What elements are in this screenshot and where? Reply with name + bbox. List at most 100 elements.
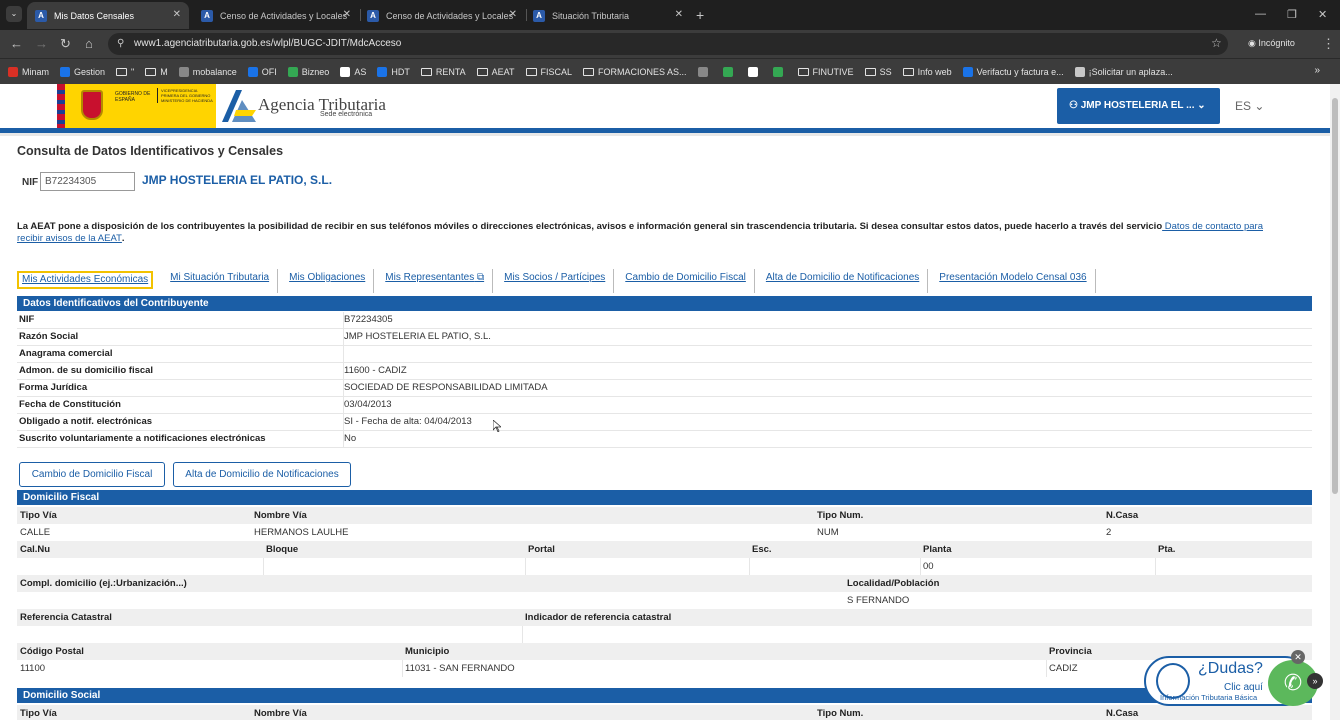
tab-cambio-domicilio[interactable]: Cambio de Domicilio Fiscal xyxy=(622,269,755,293)
bookmark-1[interactable]: Gestion xyxy=(60,66,105,77)
bookmark-6[interactable]: Bizneo xyxy=(287,66,329,77)
more-bookmarks-icon[interactable]: » xyxy=(1314,65,1320,76)
tab-presentacion-036[interactable]: Presentación Modelo Censal 036 xyxy=(936,269,1096,293)
domicilio-fiscal-heading: Domicilio Fiscal xyxy=(17,490,1312,505)
tab-search-icon[interactable]: ⌄ xyxy=(6,6,22,22)
bookmark-11[interactable]: FISCAL xyxy=(525,66,573,77)
bookmark-19[interactable]: Info web xyxy=(902,66,952,77)
new-tab-icon[interactable]: + xyxy=(696,7,704,23)
bookmark-label: FINUTIVE xyxy=(812,66,854,77)
bookmark-2[interactable]: " xyxy=(116,67,134,77)
bookmark-12[interactable]: FORMACIONES AS... xyxy=(583,67,687,77)
bookmark-label: OFI xyxy=(261,66,277,77)
bookmark-8[interactable]: HDT xyxy=(377,66,410,77)
language-selector[interactable]: ES ⌄ xyxy=(1235,99,1264,113)
bookmark-14[interactable] xyxy=(722,66,737,77)
bookmark-9[interactable]: RENTA xyxy=(420,67,466,77)
gobierno-logo[interactable]: GOBIERNO DE ESPAÑA VICEPRESIDENCIA PRIME… xyxy=(57,84,216,128)
expand-widget-icon[interactable]: » xyxy=(1307,673,1323,689)
datos-row: Anagrama comercial xyxy=(17,346,1312,363)
folder-icon xyxy=(797,67,809,76)
bookmark-label: FORMACIONES AS... xyxy=(598,66,687,77)
back-icon[interactable]: ← xyxy=(10,36,23,51)
forward-icon[interactable]: → xyxy=(35,36,48,51)
reload-icon[interactable]: ↻ xyxy=(60,36,71,52)
bookmark-5[interactable]: OFI xyxy=(247,66,277,77)
col-tipo-via: Tipo Vía xyxy=(20,708,57,719)
close-tab-icon[interactable]: ✕ xyxy=(173,9,181,20)
tab-mis-actividades[interactable]: Mis Actividades Económicas xyxy=(17,271,154,289)
bookmark-0[interactable]: Minam xyxy=(8,66,49,77)
datos-key: Forma Jurídica xyxy=(19,382,88,393)
bookmark-17[interactable]: FINUTIVE xyxy=(797,66,854,77)
user-menu-button[interactable]: ⚇ JMP HOSTELERIA EL ... ⌄ xyxy=(1057,88,1220,124)
tab-alta-domicilio[interactable]: Alta de Domicilio de Notificaciones xyxy=(763,269,929,293)
bookmark-7[interactable]: AS xyxy=(340,66,366,77)
site-info-icon[interactable]: ⚲ xyxy=(117,33,124,55)
fiscal-header-row-4: Referencia Catastral Indicador de refere… xyxy=(17,609,1312,626)
close-window-icon[interactable]: ✕ xyxy=(1318,8,1327,21)
nif-input[interactable] xyxy=(40,172,135,191)
incognito-icon: ◉ xyxy=(1248,38,1259,48)
col-tipo-num: Tipo Num. xyxy=(817,510,864,521)
tab-mis-obligaciones[interactable]: Mis Obligaciones xyxy=(286,269,375,293)
incognito-indicator[interactable]: ◉ Incógnito xyxy=(1248,38,1295,49)
col-portal: Portal xyxy=(528,544,555,555)
col-nombre-via: Nombre Vía xyxy=(254,708,307,719)
bookmark-label: SS xyxy=(879,66,892,77)
home-icon[interactable]: ⌂ xyxy=(85,36,93,51)
datos-value: JMP HOSTELERIA EL PATIO, S.L. xyxy=(343,329,491,345)
localidad-value: S FERNANDO xyxy=(847,595,910,606)
restore-icon[interactable]: ❐ xyxy=(1287,8,1297,21)
aeat-favicon-icon: A xyxy=(367,9,379,22)
tab-mis-representantes[interactable]: Mis Representantes ⧉ xyxy=(382,269,494,293)
datos-key: Fecha de Constitución xyxy=(19,399,121,410)
close-tab-icon[interactable]: ✕ xyxy=(343,9,351,20)
close-tab-icon[interactable]: ✕ xyxy=(675,9,683,20)
url-field[interactable]: ⚲ www1.agenciatributaria.gob.es/wlpl/BUG… xyxy=(108,33,1228,55)
bookmark-label: Info web xyxy=(917,66,952,77)
site-header: GOBIERNO DE ESPAÑA VICEPRESIDENCIA PRIME… xyxy=(0,84,1330,128)
col-nombre-via: Nombre Vía xyxy=(254,510,307,521)
close-widget-icon[interactable]: ✕ xyxy=(1291,650,1305,664)
chevron-down-icon: ⌄ xyxy=(1254,99,1265,113)
page-title: Consulta de Datos Identificativos y Cens… xyxy=(17,144,284,158)
close-tab-icon[interactable]: ✕ xyxy=(509,9,517,20)
minimize-icon[interactable]: — xyxy=(1255,8,1266,20)
bookmark-favicon-icon xyxy=(772,66,783,77)
tab-mis-datos-censales[interactable]: A Mis Datos Censales ✕ xyxy=(27,2,189,29)
bookmark-16[interactable] xyxy=(772,66,787,77)
cambio-domicilio-button[interactable]: Cambio de Domicilio Fiscal xyxy=(19,462,165,487)
tab-mis-socios[interactable]: Mis Socios / Partícipes xyxy=(501,269,615,293)
alta-domicilio-button[interactable]: Alta de Domicilio de Notificaciones xyxy=(173,462,351,487)
tab-censo-actividades-2[interactable]: A Censo de Actividades y Locales ✕ xyxy=(359,2,525,29)
aeat-logo-icon xyxy=(222,90,256,122)
col-codigo-postal: Código Postal xyxy=(20,646,84,657)
browser-chrome: ⌄ A Mis Datos Censales ✕ A Censo de Acti… xyxy=(0,0,1340,84)
tab-mi-situacion[interactable]: Mi Situación Tributaria xyxy=(167,269,279,293)
bookmark-label: FISCAL xyxy=(540,66,573,77)
bookmark-favicon-icon xyxy=(60,66,71,77)
bookmark-18[interactable]: SS xyxy=(864,66,892,77)
menu-icon[interactable]: ⋮ xyxy=(1322,36,1335,52)
bookmark-15[interactable] xyxy=(747,66,762,77)
bookmark-10[interactable]: AEAT xyxy=(476,67,515,77)
bookmark-star-icon[interactable]: ☆ xyxy=(1211,36,1222,50)
bookmark-3[interactable]: M xyxy=(145,67,168,77)
bookmark-21[interactable]: ¡Solicitar un aplaza... xyxy=(1074,66,1173,77)
provincia-value: CADIZ xyxy=(1049,663,1078,674)
fiscal-header-row-1: Tipo Vía Nombre Vía Tipo Num. N.Casa xyxy=(17,507,1312,524)
bookmark-20[interactable]: Verifactu y factura e... xyxy=(962,66,1064,77)
bookmark-favicon-icon xyxy=(722,66,733,77)
notice-text: La AEAT pone a disposición de los contri… xyxy=(17,221,1287,245)
datos-key: NIF xyxy=(19,314,35,325)
col-planta: Planta xyxy=(923,544,952,555)
page-scrollbar[interactable] xyxy=(1330,84,1340,720)
bookmark-4[interactable]: mobalance xyxy=(178,66,237,77)
scrollbar-thumb[interactable] xyxy=(1332,98,1338,494)
bookmark-13[interactable] xyxy=(697,66,712,77)
planta-value: 00 xyxy=(923,561,934,572)
tab-situacion-tributaria[interactable]: A Situación Tributaria ✕ xyxy=(525,2,691,29)
tab-censo-actividades-1[interactable]: A Censo de Actividades y Locales ✕ xyxy=(193,2,359,29)
col-municipio: Municipio xyxy=(405,646,450,657)
